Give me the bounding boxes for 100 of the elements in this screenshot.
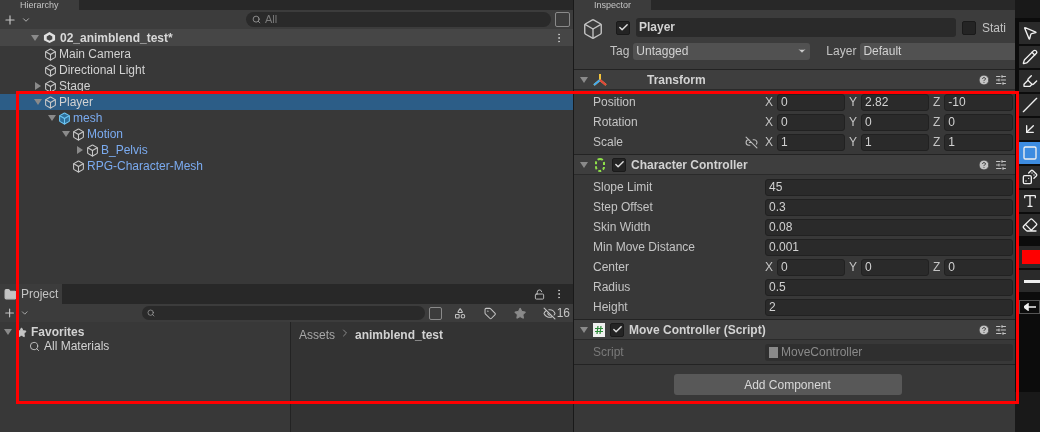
value-field[interactable]: 0.001 <box>765 238 1013 256</box>
axis-label: X <box>765 134 773 151</box>
static-checkbox[interactable] <box>962 20 976 35</box>
shapes-icon[interactable] <box>453 306 467 320</box>
script-icon <box>593 322 605 337</box>
value-field[interactable]: 0.5 <box>765 278 1013 296</box>
name-field[interactable]: Player <box>636 18 956 37</box>
value-field[interactable]: 45 <box>765 178 1013 196</box>
hierarchy-item[interactable]: RPG-Character-Mesh <box>0 158 573 174</box>
window-icon[interactable] <box>555 12 570 27</box>
cube-icon <box>44 95 57 109</box>
dropdown-icon[interactable] <box>20 308 30 318</box>
pencil-tool-icon[interactable] <box>1019 46 1040 68</box>
expanded-arrow-icon[interactable] <box>580 160 588 169</box>
static-label: Stati <box>982 19 1006 37</box>
value-field[interactable]: 0 <box>861 113 929 131</box>
breadcrumb-item[interactable]: Assets <box>299 326 335 344</box>
add-component-button[interactable]: Add Component <box>673 374 902 395</box>
line-width-icon[interactable] <box>1019 270 1040 292</box>
axis-label: Y <box>849 259 857 276</box>
value-field[interactable]: 0 <box>777 113 845 131</box>
axes-icon <box>593 72 607 87</box>
component-title: Transform <box>647 71 707 89</box>
hierarchy-label: Main Camera <box>59 46 132 63</box>
unlink-icon[interactable] <box>745 135 758 149</box>
value-field[interactable]: 0 <box>944 113 1013 131</box>
value-field[interactable]: 1 <box>861 133 929 151</box>
line-tool-icon[interactable] <box>1019 94 1040 116</box>
eraser-tool-icon[interactable] <box>1019 214 1040 236</box>
axis-label: X <box>765 259 773 276</box>
pointer-tool-icon[interactable] <box>1019 22 1040 44</box>
property-label: Skin Width <box>593 219 652 236</box>
help-icon[interactable] <box>978 73 990 86</box>
cube-icon <box>44 63 57 77</box>
dropdown-caret-icon <box>797 46 808 56</box>
value-field[interactable]: 0 <box>777 258 845 276</box>
inspector-tab[interactable]: Inspector <box>574 0 652 10</box>
scene-header[interactable]: 02_animblend_test* <box>0 29 573 46</box>
hidden-eye-icon <box>542 306 556 320</box>
color-swatch[interactable] <box>1019 246 1040 268</box>
layer-dropdown[interactable]: Default <box>860 42 1015 60</box>
breadcrumb-item[interactable]: animblend_test <box>355 326 444 344</box>
property-label: Center <box>593 259 631 276</box>
search-icon <box>252 15 261 24</box>
value-field[interactable]: 0.08 <box>765 218 1013 236</box>
project-tab[interactable]: Project <box>0 284 63 304</box>
value-field[interactable]: 0 <box>861 258 929 276</box>
hierarchy-item[interactable]: mesh <box>0 110 573 126</box>
label-icon[interactable] <box>484 306 497 320</box>
cube-icon <box>86 143 99 157</box>
hidden-count[interactable]: 16 <box>542 304 570 322</box>
hierarchy-item[interactable]: Main Camera <box>0 46 573 62</box>
help-icon[interactable] <box>978 158 990 171</box>
help-icon[interactable] <box>978 323 990 336</box>
property-label: Rotation <box>593 114 639 131</box>
component-header[interactable]: Character Controller <box>574 155 1015 175</box>
value-field[interactable]: 0 <box>944 258 1013 276</box>
lock-icon[interactable] <box>534 288 545 300</box>
axis-label: X <box>765 94 773 111</box>
value-field[interactable]: 2 <box>765 298 1013 316</box>
value-field[interactable]: 1 <box>944 133 1013 151</box>
stamp-tool-icon[interactable] <box>1019 166 1040 188</box>
hierarchy-item[interactable]: Player <box>0 94 573 110</box>
settings-icon[interactable] <box>995 73 1007 86</box>
add-icon[interactable] <box>3 306 17 320</box>
settings-icon[interactable] <box>995 323 1007 336</box>
property-label: Slope Limit <box>593 179 654 196</box>
component-checkbox[interactable] <box>610 322 624 337</box>
tag-dropdown[interactable]: Untagged <box>633 42 811 60</box>
undo-icon[interactable] <box>1019 300 1040 314</box>
expanded-arrow-icon[interactable] <box>62 130 70 138</box>
text-tool-icon[interactable] <box>1019 190 1040 212</box>
expanded-arrow-icon[interactable] <box>48 114 56 122</box>
value-field[interactable]: 0.3 <box>765 198 1013 216</box>
arrow-tool-icon[interactable] <box>1019 118 1040 140</box>
prefab-cube-icon <box>58 111 71 125</box>
property-label: Min Move Distance <box>593 239 697 256</box>
expanded-arrow-icon[interactable] <box>580 75 588 84</box>
window-icon[interactable] <box>429 306 442 320</box>
gameobject-icon[interactable] <box>582 18 604 40</box>
component-checkbox[interactable] <box>612 157 626 172</box>
hierarchy-tab[interactable]: Hierarchy <box>0 0 79 10</box>
star-icon[interactable] <box>514 306 527 320</box>
search-field[interactable] <box>141 306 426 320</box>
expanded-arrow-icon[interactable] <box>4 328 12 336</box>
collapsed-arrow-icon[interactable] <box>76 146 84 154</box>
hierarchy-item[interactable]: Motion <box>0 126 573 142</box>
expanded-arrow-icon[interactable] <box>31 33 39 42</box>
component-header[interactable]: Move Controller (Script) <box>574 320 1015 340</box>
hierarchy-item[interactable]: B_Pelvis <box>0 142 573 158</box>
collapsed-arrow-icon[interactable] <box>34 82 42 90</box>
active-checkbox[interactable] <box>616 20 630 35</box>
component-header[interactable]: Transform <box>574 70 1015 90</box>
marker-tool-icon[interactable] <box>1019 70 1040 92</box>
star-icon <box>16 326 27 338</box>
expanded-arrow-icon[interactable] <box>580 325 588 334</box>
settings-icon[interactable] <box>995 158 1007 171</box>
hierarchy-item[interactable]: Directional Light <box>0 62 573 78</box>
add-icon[interactable] <box>3 12 17 27</box>
value-field[interactable]: 1 <box>777 133 845 151</box>
